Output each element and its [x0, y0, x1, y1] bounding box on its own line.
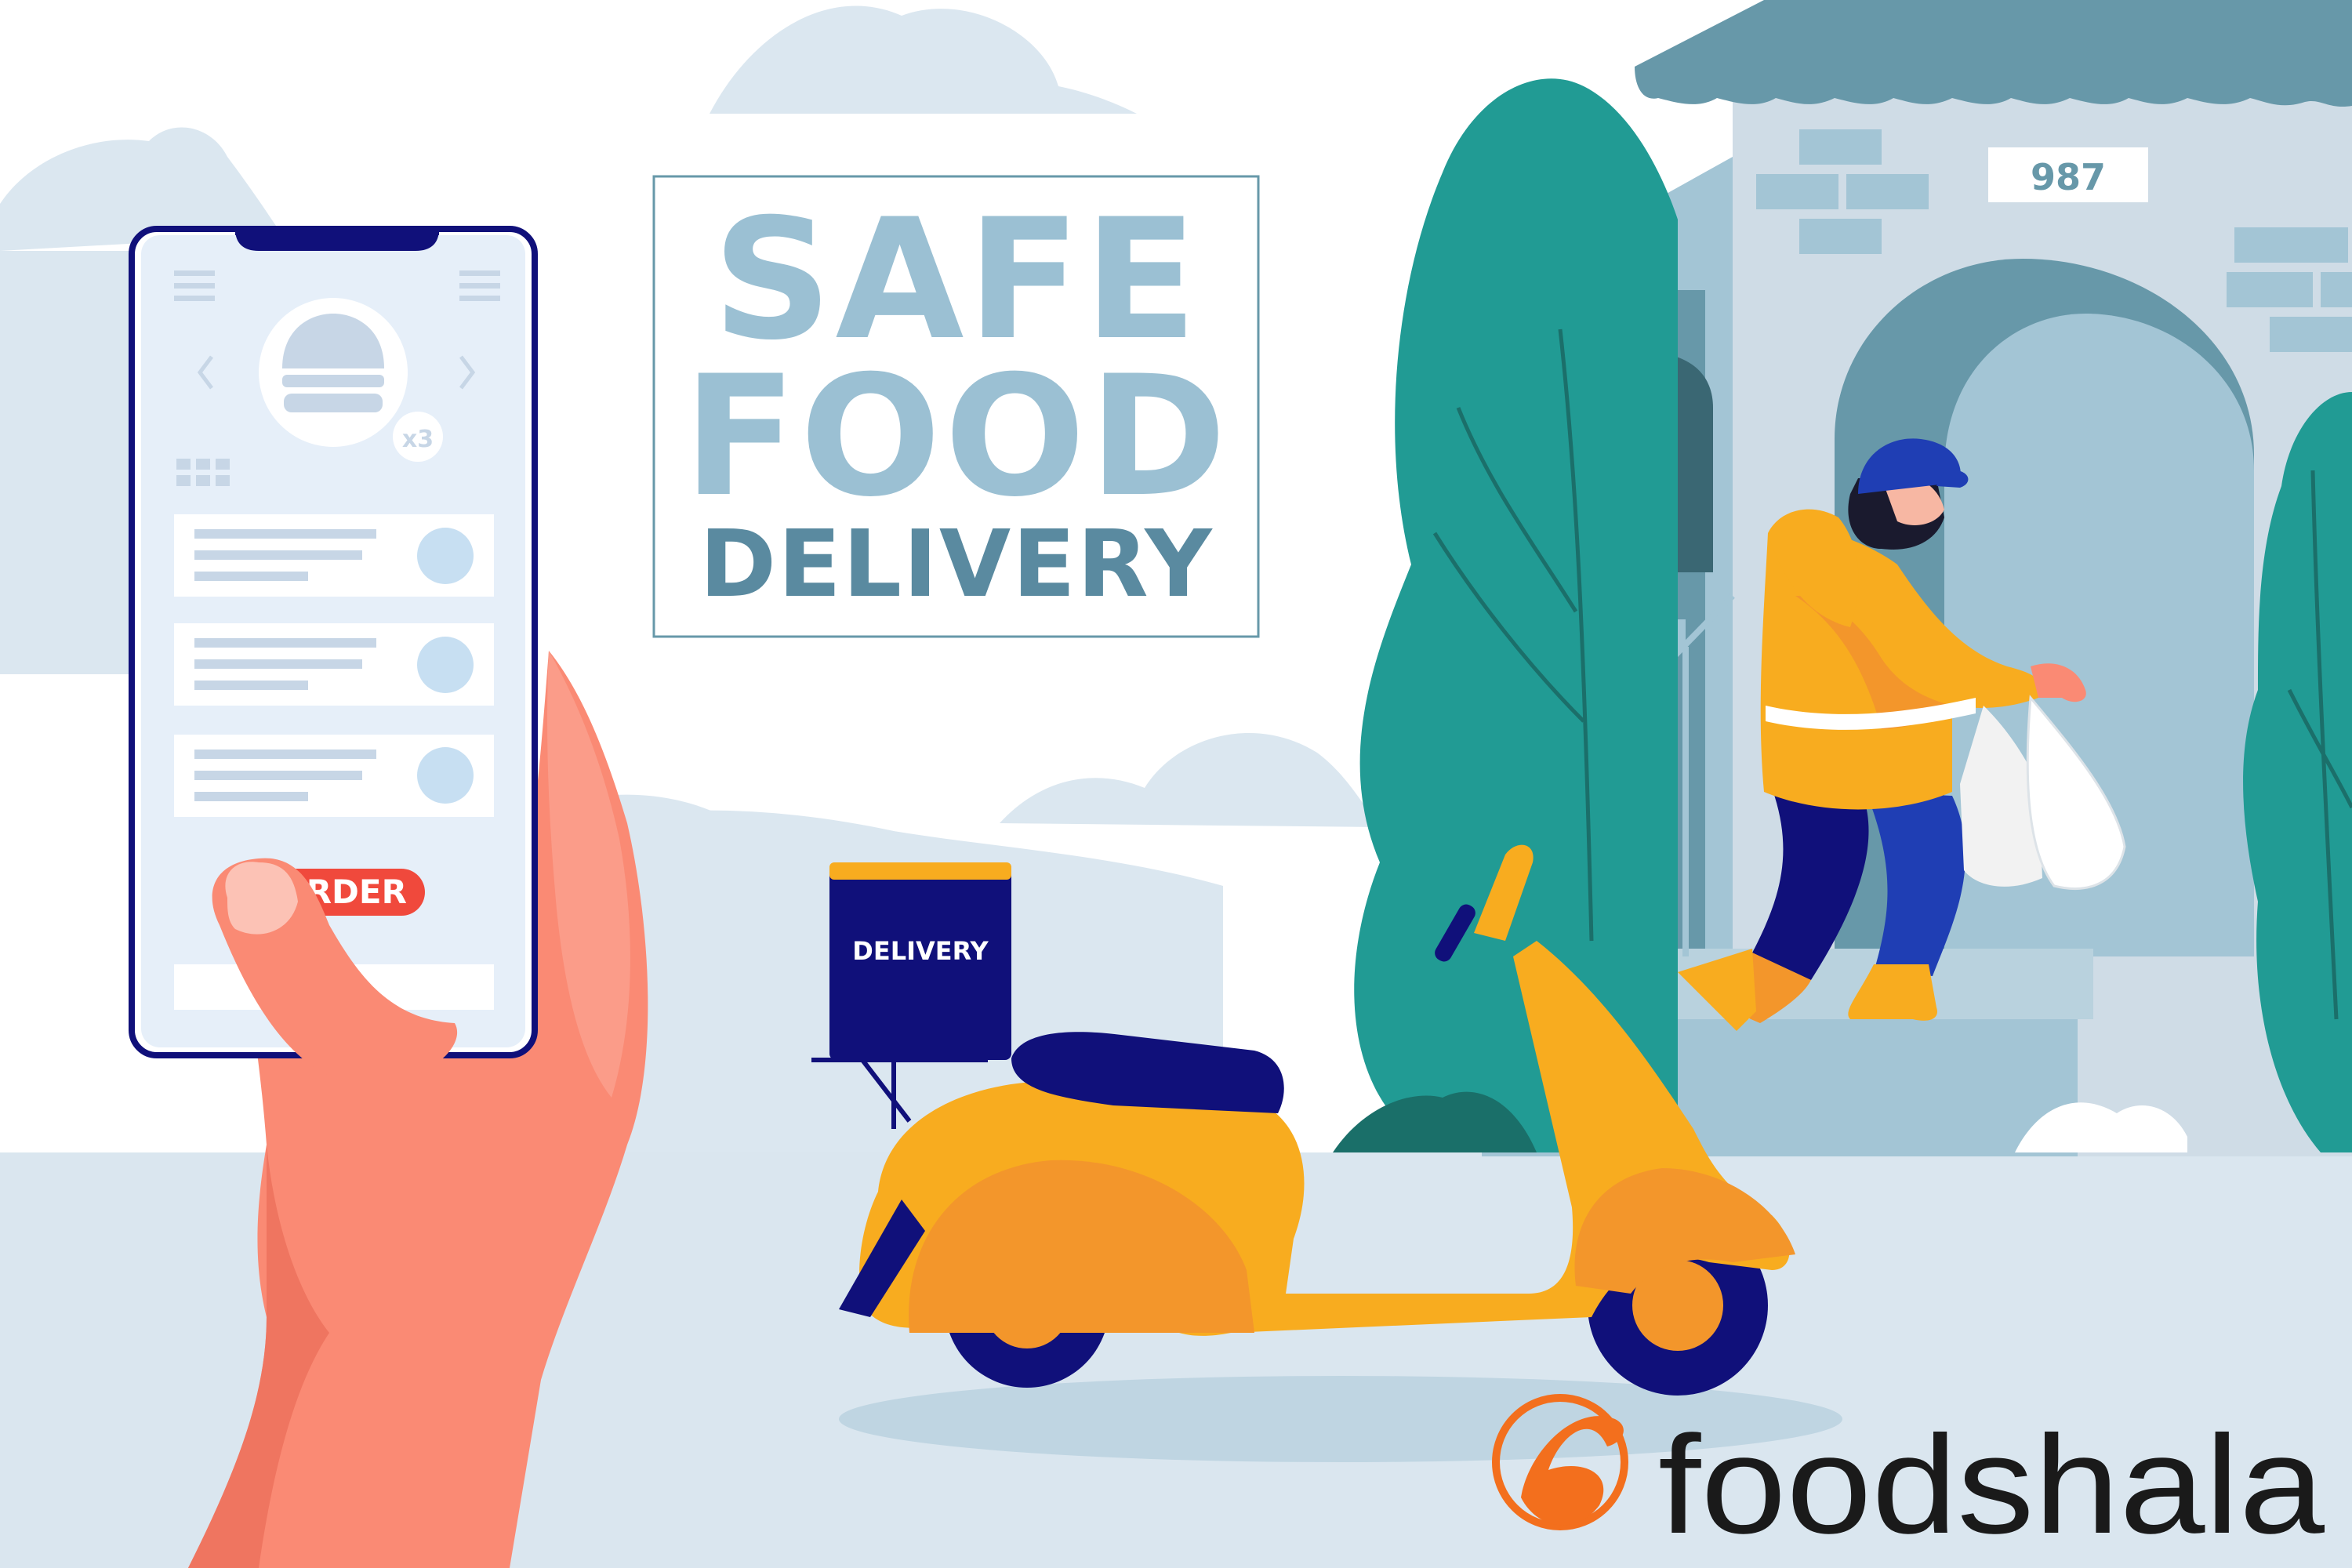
headline-delivery: DELIVERY	[699, 510, 1213, 618]
delivery-box-label: DELIVERY	[852, 936, 989, 966]
quantity-badge-label: x3	[402, 426, 434, 453]
headline-food: FOOD	[683, 339, 1229, 533]
menu-icon-right[interactable]	[459, 270, 500, 301]
list-item[interactable]	[174, 514, 494, 597]
menu-icon-left[interactable]	[174, 270, 215, 301]
list-item[interactable]	[174, 735, 494, 817]
safe-food-delivery-illustration: SAFE FOOD DELIVERY 987 DELIVERY x3 ORDER…	[0, 0, 2352, 1568]
smartphone: x3 ORDER	[129, 226, 538, 1058]
list-item[interactable]	[174, 623, 494, 706]
roof-awning	[1635, 0, 2352, 107]
burger-icon	[259, 298, 408, 447]
house-number: 987	[2031, 156, 2106, 198]
brand-name: foodshala	[1658, 1406, 2325, 1563]
